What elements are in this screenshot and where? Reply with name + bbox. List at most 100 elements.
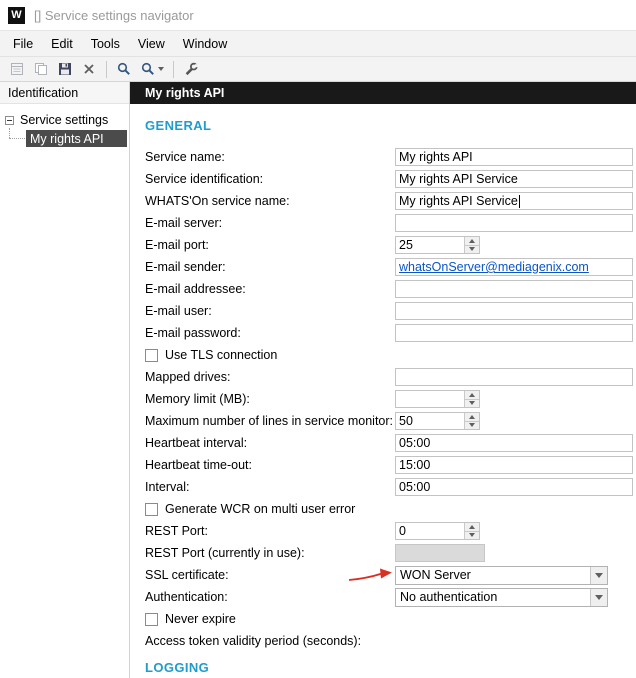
- form-row: Maximum number of lines in service monit…: [145, 410, 636, 432]
- memory-limit-input[interactable]: [396, 391, 464, 407]
- form-row: REST Port (currently in use):: [145, 542, 636, 564]
- field-label: Service name:: [145, 150, 225, 164]
- navigation-tree: Service settings My rights API: [0, 104, 129, 147]
- tree-connector: [9, 138, 25, 139]
- spin-up-button[interactable]: [465, 391, 479, 399]
- field-label: WHATS'On service name:: [145, 194, 290, 208]
- email-sender-input[interactable]: whatsOnServer@mediagenix.com: [395, 258, 633, 276]
- form-row: Access token validity period (seconds):: [145, 630, 636, 652]
- spinner-buttons: [464, 391, 479, 407]
- collapse-icon[interactable]: [5, 115, 14, 125]
- field-label: E-mail user:: [145, 304, 212, 318]
- field-label: E-mail addressee:: [145, 282, 246, 296]
- field-label: E-mail sender:: [145, 260, 226, 274]
- form-row: Service name:: [145, 146, 636, 168]
- checkbox-label: Never expire: [165, 612, 236, 626]
- page-title: My rights API: [130, 82, 636, 104]
- arrow-up-icon: [469, 392, 475, 397]
- email-sender-link[interactable]: whatsOnServer@mediagenix.com: [399, 260, 589, 274]
- mapped-drives-input[interactable]: [395, 368, 633, 386]
- form-row: Memory limit (MB):: [145, 388, 636, 410]
- search-icon: [117, 62, 130, 75]
- field-label: E-mail password:: [145, 326, 241, 340]
- field-label: Service identification:: [145, 172, 264, 186]
- spin-up-button[interactable]: [465, 413, 479, 421]
- copy-button[interactable]: [29, 58, 53, 80]
- field-label: REST Port (currently in use):: [145, 546, 305, 560]
- ssl-certificate-select[interactable]: WON Server: [395, 565, 608, 585]
- field-label: Authentication:: [145, 590, 228, 604]
- form-row: E-mail server:: [145, 212, 636, 234]
- spin-up-button[interactable]: [465, 523, 479, 531]
- dropdown-arrow-button[interactable]: [590, 588, 607, 606]
- menu-view[interactable]: View: [129, 33, 174, 55]
- form-row: E-mail user:: [145, 300, 636, 322]
- heartbeat-timeout-input[interactable]: [395, 456, 633, 474]
- delete-button[interactable]: [77, 58, 101, 80]
- service-identification-input[interactable]: [395, 170, 633, 188]
- search-options-icon: [141, 62, 154, 75]
- form-row: Heartbeat interval:: [145, 432, 636, 454]
- arrow-down-icon: [469, 533, 475, 538]
- selected-option: WON Server: [400, 568, 471, 582]
- menu-bar: File Edit Tools View Window: [0, 30, 636, 56]
- never-expire-checkbox[interactable]: [145, 612, 158, 626]
- delete-icon: [84, 64, 94, 74]
- spin-down-button[interactable]: [465, 420, 479, 429]
- email-port-input[interactable]: [396, 237, 464, 253]
- report-button[interactable]: [5, 58, 29, 80]
- arrow-down-icon: [469, 401, 475, 406]
- settings-form: GENERAL Service name: Service identifica…: [130, 104, 636, 675]
- tools-button[interactable]: [179, 58, 203, 80]
- checkbox-label: Use TLS connection: [165, 348, 278, 362]
- dropdown-arrow-button[interactable]: [590, 566, 607, 584]
- field-label: E-mail server:: [145, 216, 223, 230]
- form-row: E-mail port:: [145, 234, 636, 256]
- email-addressee-input[interactable]: [395, 280, 633, 298]
- email-user-input[interactable]: [395, 302, 633, 320]
- field-label: Heartbeat interval:: [145, 436, 248, 450]
- search-options-button[interactable]: [136, 58, 168, 80]
- menu-file[interactable]: File: [4, 33, 42, 55]
- form-row: SSL certificate: WON Server: [145, 564, 636, 586]
- authentication-select[interactable]: No authentication: [395, 587, 608, 607]
- rest-port-spinner: [395, 522, 480, 540]
- menu-window[interactable]: Window: [174, 33, 236, 55]
- service-name-input[interactable]: [395, 148, 633, 166]
- email-password-input[interactable]: [395, 324, 633, 342]
- save-button[interactable]: [53, 58, 77, 80]
- tree-node-my-rights-api[interactable]: My rights API: [26, 130, 127, 147]
- search-button[interactable]: [112, 58, 136, 80]
- red-arrow-annotation: [348, 568, 392, 581]
- tree-node-service-settings[interactable]: Service settings: [0, 111, 129, 129]
- heartbeat-interval-input[interactable]: [395, 434, 633, 452]
- form-row: Interval:: [145, 476, 636, 498]
- spin-down-button[interactable]: [465, 530, 479, 539]
- form-row: Service identification:: [145, 168, 636, 190]
- spin-down-button[interactable]: [465, 398, 479, 407]
- toolbar-separator: [106, 60, 107, 78]
- selected-option: No authentication: [400, 590, 498, 604]
- chevron-down-icon: [158, 67, 164, 71]
- save-icon: [59, 63, 71, 75]
- tree-node-label: My rights API: [30, 131, 104, 146]
- generate-wcr-checkbox[interactable]: [145, 502, 158, 516]
- interval-input[interactable]: [395, 478, 633, 496]
- spin-down-button[interactable]: [465, 244, 479, 253]
- content-area: Identification Service settings My right…: [0, 82, 636, 678]
- max-lines-input[interactable]: [396, 413, 464, 429]
- menu-edit[interactable]: Edit: [42, 33, 82, 55]
- form-row: E-mail sender: whatsOnServer@mediagenix.…: [145, 256, 636, 278]
- use-tls-checkbox[interactable]: [145, 348, 158, 362]
- spin-up-button[interactable]: [465, 237, 479, 245]
- email-server-input[interactable]: [395, 214, 633, 232]
- field-label: E-mail port:: [145, 238, 209, 252]
- field-label: Memory limit (MB):: [145, 392, 250, 406]
- whatson-service-name-input[interactable]: My rights API Service: [395, 192, 633, 210]
- rest-port-input[interactable]: [396, 523, 464, 539]
- menu-tools[interactable]: Tools: [82, 33, 129, 55]
- field-label: Heartbeat time-out:: [145, 458, 252, 472]
- toolbar: [0, 56, 636, 82]
- chevron-down-icon: [595, 572, 603, 578]
- minus-glyph: [7, 119, 12, 121]
